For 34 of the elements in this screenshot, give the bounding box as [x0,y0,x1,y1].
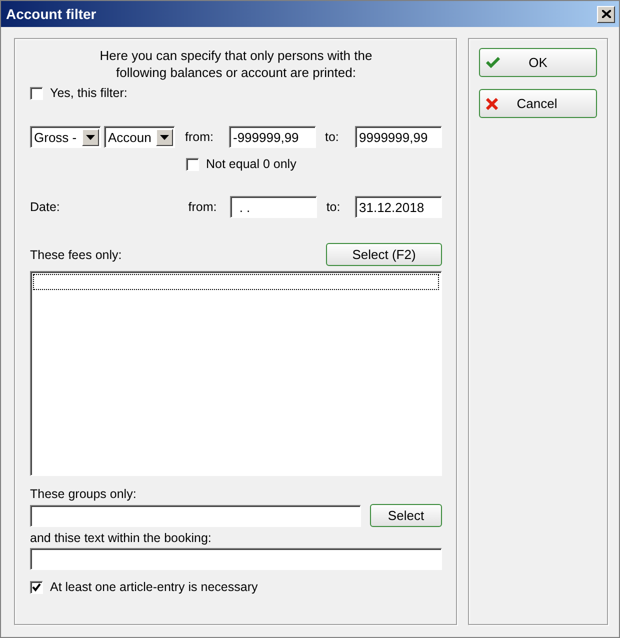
select-fees-button[interactable]: Select (F2) [326,243,442,266]
booking-text-field[interactable] [30,548,442,570]
filter-checkbox[interactable] [30,86,43,100]
type-dropdown[interactable]: Gross - [30,126,101,148]
booking-text-label: and thise text within the booking: [30,531,212,545]
from-label: from: [185,130,214,144]
checkbox-label: Not equal 0 only [206,157,296,171]
date-to-field[interactable]: 31.12.2018 [355,196,442,218]
not-equal-zero-checkbox[interactable] [186,158,199,170]
article-checkbox[interactable] [30,580,43,594]
intro-text: Here you can specify that only persons with the following balances or account are printed: [98,47,374,81]
window-title: Account filter [6,6,96,22]
checkbox-label: Yes, this filter: [50,86,128,100]
to-label: to: [326,200,342,214]
cancel-button[interactable]: Cancel [479,89,597,118]
cross-icon [486,98,498,110]
date-label: Date: [30,200,61,214]
groups-field[interactable] [30,504,361,526]
checkbox-label: At least one article-entry is necessary [50,580,258,594]
account-dropdown[interactable]: Accoun [104,126,175,148]
amount-from-field[interactable]: -999999,99 [229,126,316,148]
close-button[interactable] [597,6,615,22]
close-icon [602,10,610,18]
select-groups-button[interactable]: Select [370,504,442,527]
dropdown-arrow-icon [86,134,95,140]
dropdown-arrow-icon [160,134,169,140]
date-from-field[interactable]: . . [230,196,318,218]
checkmark-icon [486,57,500,68]
groups-label: These groups only: [30,487,138,501]
from-label: from: [188,200,218,214]
amount-to-field[interactable]: 9999999,99 [355,126,442,148]
to-label: to: [325,130,340,144]
ok-button[interactable]: OK [479,48,597,77]
fees-label: These fees only: [30,248,122,262]
